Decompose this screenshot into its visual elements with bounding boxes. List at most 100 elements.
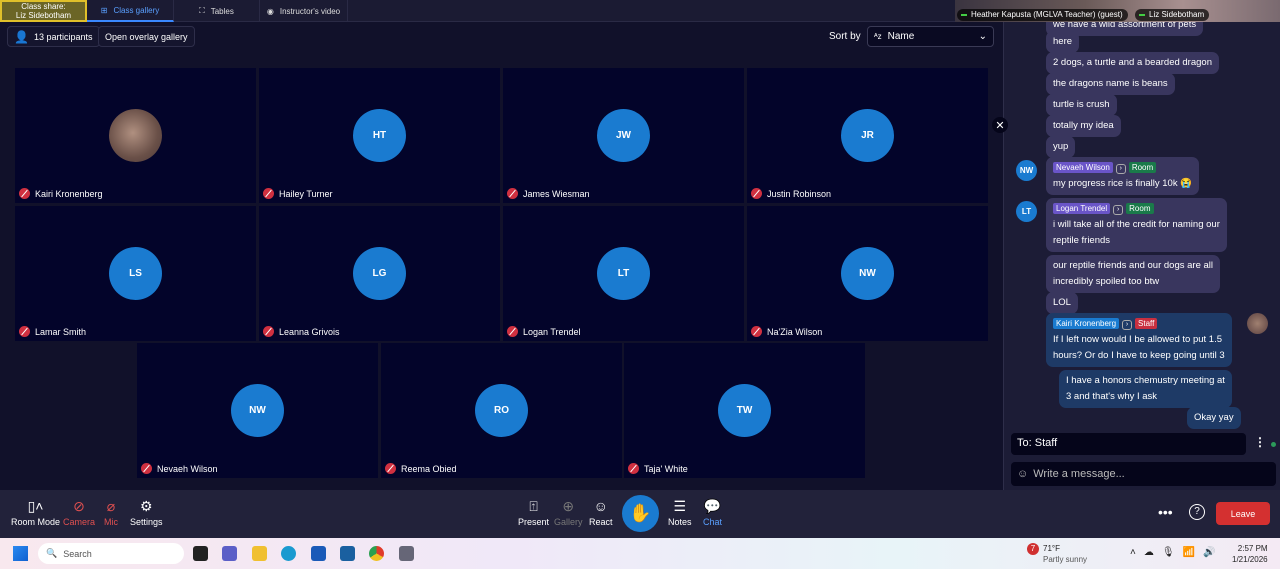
mic-off-icon: ⌀	[106, 498, 116, 514]
sender-tag[interactable]: Logan Trendel	[1053, 203, 1111, 214]
participant-name-label: Leanna Grivois	[263, 326, 340, 337]
top-tab-bar: Class share: Liz Sidebotham ⊞ Class galler…	[0, 0, 1280, 22]
grid-icon: ⊞	[100, 5, 108, 15]
clock[interactable]: 2:57 PM 1/21/2026	[1232, 543, 1268, 565]
chevron-down-icon: ⌄	[978, 31, 987, 42]
tab-class-gallery[interactable]: ⊞ Class gallery	[87, 0, 174, 22]
present-button[interactable]: ⍐ Present	[518, 498, 549, 527]
participant-tile[interactable]: NW Na'Zia Wilson	[747, 206, 988, 341]
chat-avatar: NW	[1016, 160, 1037, 181]
participant-tile[interactable]: JR Justin Robinson	[747, 68, 988, 203]
emoji-icon[interactable]: ☺	[1017, 468, 1028, 480]
avatar: JR	[841, 109, 894, 162]
room-mode-icon: ▯˄	[27, 498, 44, 514]
message-input[interactable]: ☺ Write a message...	[1011, 462, 1276, 486]
teams-icon[interactable]	[222, 546, 237, 561]
settings-button[interactable]: ⚙ Settings	[130, 498, 163, 527]
avatar: JW	[597, 109, 650, 162]
mic-muted-icon	[751, 326, 762, 337]
chat-avatar-photo	[1247, 313, 1268, 334]
mic-muted-icon	[263, 188, 274, 199]
participant-name-label: Taja' White	[628, 463, 688, 474]
participant-name-label: Hailey Turner	[263, 188, 333, 199]
avatar: HT	[353, 109, 406, 162]
chrome-icon[interactable]	[369, 546, 384, 561]
sender-tag[interactable]: Nevaeh Wilson	[1053, 162, 1113, 173]
participant-tile[interactable]: HT Hailey Turner	[259, 68, 500, 203]
participants-button[interactable]: 👤 13 participants	[7, 26, 100, 47]
gallery-toolbar: 👤 13 participants Open overlay gallery So…	[0, 24, 1003, 50]
chat-message: 2 dogs, a turtle and a bearded dragon	[1046, 52, 1219, 74]
raise-hand-button[interactable]: ✋	[622, 495, 659, 532]
scope-tag: Room	[1128, 162, 1157, 173]
chevron-right-icon: ›	[1113, 205, 1124, 215]
participant-name-label: Na'Zia Wilson	[751, 326, 822, 337]
video-label: Liz Sidebotham	[1135, 9, 1210, 21]
mic-muted-icon	[385, 463, 396, 474]
tab-instructors-video[interactable]: ◉ Instructor's video	[260, 0, 348, 22]
chat-message: totally my idea	[1046, 115, 1121, 137]
tab-tables[interactable]: ⛶ Tables	[174, 0, 260, 22]
chevron-right-icon: ›	[1115, 164, 1126, 174]
chat-message: Okay yay	[1187, 407, 1241, 429]
participant-tile[interactable]: LG Leanna Grivois	[259, 206, 500, 341]
calculator-icon[interactable]	[399, 546, 414, 561]
chat-message: yup	[1046, 136, 1076, 158]
chevron-right-icon: ›	[1122, 320, 1133, 330]
more-icon[interactable]: •••	[1158, 504, 1173, 520]
scope-tag: Room	[1126, 203, 1154, 214]
participant-tile[interactable]: TW Taja' White	[624, 343, 865, 478]
chat-message: here	[1046, 31, 1080, 53]
chat-button[interactable]: 💬 Chat	[703, 498, 722, 527]
word-icon[interactable]	[311, 546, 326, 561]
gallery-button[interactable]: ⊕ Gallery	[554, 498, 583, 527]
participant-tile[interactable]: LT Logan Trendel	[503, 206, 744, 341]
recipient-select[interactable]: To: Staff	[1011, 433, 1246, 455]
meeting-controls: ▯˄ Room Mode ⊘ Camera ⌀ Mic ⚙ Settings ⍐ Pres…	[0, 490, 1280, 538]
scope-tag: Staff	[1135, 318, 1158, 329]
video-icon: ◉	[266, 6, 274, 16]
sort-label: Sort by	[829, 31, 861, 42]
participant-name-label: James Wiesman	[507, 188, 590, 199]
chat-messages[interactable]: we have a wild assortment of pets here 2 d…	[1004, 22, 1280, 429]
notes-icon: ☰	[673, 498, 687, 514]
react-button[interactable]: ☺ React	[589, 498, 613, 527]
taskbar-search[interactable]: 🔍 Search	[38, 543, 184, 564]
avatar: LT	[597, 247, 650, 300]
participant-tile[interactable]: LS Lamar Smith	[15, 206, 256, 341]
participant-tile[interactable]: JW James Wiesman	[503, 68, 744, 203]
help-icon[interactable]: ?	[1189, 504, 1205, 520]
globe-grid-icon: ⊕	[562, 498, 575, 514]
leave-button[interactable]: Leave	[1216, 502, 1270, 525]
windows-start-icon[interactable]	[13, 546, 28, 561]
mic-muted-icon	[141, 463, 152, 474]
tab-class-share[interactable]: Class share: Liz Sidebotham	[0, 0, 87, 22]
sender-tag[interactable]: Kairi Kronenberg	[1053, 318, 1120, 329]
close-chat-button[interactable]: ✕	[992, 117, 1008, 133]
participant-gallery: Kairi Kronenberg HT Hailey Turner JW James…	[0, 50, 1003, 490]
room-mode-button[interactable]: ▯˄ Room Mode	[11, 498, 60, 527]
edge-icon[interactable]	[281, 546, 296, 561]
mic-button[interactable]: ⌀ Mic	[104, 498, 118, 527]
file-explorer-icon[interactable]	[252, 546, 267, 561]
notes-button[interactable]: ☰ Notes	[668, 498, 692, 527]
sort-select[interactable]: ᴬz Name ⌄	[867, 26, 994, 47]
system-tray-icons[interactable]: ˄☁🎙📶🔊	[1130, 547, 1223, 558]
task-view-icon[interactable]	[193, 546, 208, 561]
participant-name-label: Kairi Kronenberg	[19, 188, 103, 199]
chat-message: I have a honors chemustry meeting at 3 an…	[1059, 370, 1232, 408]
mic-muted-icon	[628, 463, 639, 474]
weather-widget[interactable]: 71°F Partly sunny	[1043, 543, 1087, 565]
person-icon: 👤	[14, 29, 29, 44]
participant-tile[interactable]: NW Nevaeh Wilson	[137, 343, 378, 478]
store-icon[interactable]	[340, 546, 355, 561]
open-overlay-gallery-button[interactable]: Open overlay gallery	[98, 26, 195, 47]
chat-avatar: LT	[1016, 201, 1037, 222]
participant-tile[interactable]: RO Reema Obied	[381, 343, 622, 478]
avatar: LG	[353, 247, 406, 300]
more-options-icon[interactable]: ⋮	[1254, 435, 1266, 449]
camera-button[interactable]: ⊘ Camera	[63, 498, 95, 527]
participant-tile[interactable]: Kairi Kronenberg	[15, 68, 256, 203]
chat-message: our reptile friends and our dogs are all…	[1046, 255, 1221, 293]
sort-az-icon: ᴬz	[874, 32, 882, 41]
